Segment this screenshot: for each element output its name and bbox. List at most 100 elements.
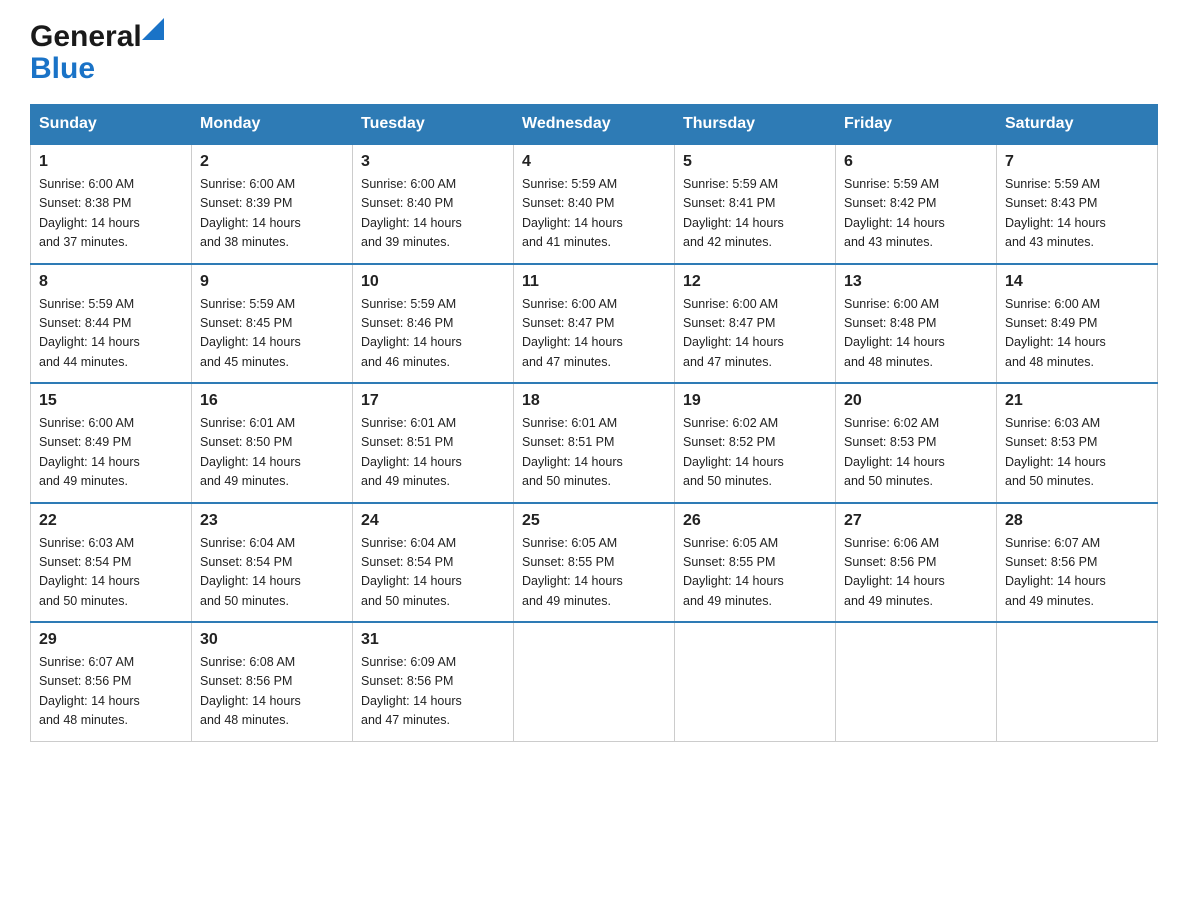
day-number: 1 bbox=[39, 153, 183, 171]
day-number: 28 bbox=[1005, 512, 1149, 530]
calendar-cell: 21 Sunrise: 6:03 AMSunset: 8:53 PMDaylig… bbox=[997, 383, 1158, 503]
day-info: Sunrise: 6:01 AMSunset: 8:50 PMDaylight:… bbox=[200, 414, 344, 492]
calendar-cell: 5 Sunrise: 5:59 AMSunset: 8:41 PMDayligh… bbox=[675, 144, 836, 264]
calendar-cell: 16 Sunrise: 6:01 AMSunset: 8:50 PMDaylig… bbox=[192, 383, 353, 503]
day-info: Sunrise: 6:05 AMSunset: 8:55 PMDaylight:… bbox=[522, 534, 666, 612]
day-number: 23 bbox=[200, 512, 344, 530]
day-number: 24 bbox=[361, 512, 505, 530]
calendar-cell bbox=[675, 622, 836, 741]
calendar-week-row: 8 Sunrise: 5:59 AMSunset: 8:44 PMDayligh… bbox=[31, 264, 1158, 384]
calendar-cell: 9 Sunrise: 5:59 AMSunset: 8:45 PMDayligh… bbox=[192, 264, 353, 384]
day-number: 3 bbox=[361, 153, 505, 171]
day-number: 17 bbox=[361, 392, 505, 410]
day-number: 19 bbox=[683, 392, 827, 410]
calendar-cell: 27 Sunrise: 6:06 AMSunset: 8:56 PMDaylig… bbox=[836, 503, 997, 623]
calendar-cell bbox=[997, 622, 1158, 741]
header-sunday: Sunday bbox=[31, 105, 192, 145]
day-info: Sunrise: 6:06 AMSunset: 8:56 PMDaylight:… bbox=[844, 534, 988, 612]
day-number: 26 bbox=[683, 512, 827, 530]
day-number: 4 bbox=[522, 153, 666, 171]
day-info: Sunrise: 6:02 AMSunset: 8:53 PMDaylight:… bbox=[844, 414, 988, 492]
calendar-cell: 28 Sunrise: 6:07 AMSunset: 8:56 PMDaylig… bbox=[997, 503, 1158, 623]
day-number: 8 bbox=[39, 273, 183, 291]
calendar-cell: 13 Sunrise: 6:00 AMSunset: 8:48 PMDaylig… bbox=[836, 264, 997, 384]
day-number: 20 bbox=[844, 392, 988, 410]
calendar-cell: 20 Sunrise: 6:02 AMSunset: 8:53 PMDaylig… bbox=[836, 383, 997, 503]
calendar-cell: 26 Sunrise: 6:05 AMSunset: 8:55 PMDaylig… bbox=[675, 503, 836, 623]
day-number: 5 bbox=[683, 153, 827, 171]
calendar-cell: 3 Sunrise: 6:00 AMSunset: 8:40 PMDayligh… bbox=[353, 144, 514, 264]
day-number: 2 bbox=[200, 153, 344, 171]
calendar-cell: 12 Sunrise: 6:00 AMSunset: 8:47 PMDaylig… bbox=[675, 264, 836, 384]
day-info: Sunrise: 5:59 AMSunset: 8:45 PMDaylight:… bbox=[200, 295, 344, 373]
day-info: Sunrise: 6:00 AMSunset: 8:38 PMDaylight:… bbox=[39, 175, 183, 253]
day-number: 22 bbox=[39, 512, 183, 530]
calendar-cell: 31 Sunrise: 6:09 AMSunset: 8:56 PMDaylig… bbox=[353, 622, 514, 741]
day-info: Sunrise: 6:09 AMSunset: 8:56 PMDaylight:… bbox=[361, 653, 505, 731]
day-info: Sunrise: 6:00 AMSunset: 8:47 PMDaylight:… bbox=[683, 295, 827, 373]
calendar-cell: 1 Sunrise: 6:00 AMSunset: 8:38 PMDayligh… bbox=[31, 144, 192, 264]
page-header: General Blue bbox=[30, 20, 1158, 86]
day-number: 9 bbox=[200, 273, 344, 291]
calendar-cell: 2 Sunrise: 6:00 AMSunset: 8:39 PMDayligh… bbox=[192, 144, 353, 264]
day-number: 29 bbox=[39, 631, 183, 649]
calendar-cell: 7 Sunrise: 5:59 AMSunset: 8:43 PMDayligh… bbox=[997, 144, 1158, 264]
day-number: 11 bbox=[522, 273, 666, 291]
day-number: 27 bbox=[844, 512, 988, 530]
day-info: Sunrise: 5:59 AMSunset: 8:46 PMDaylight:… bbox=[361, 295, 505, 373]
day-info: Sunrise: 5:59 AMSunset: 8:40 PMDaylight:… bbox=[522, 175, 666, 253]
header-thursday: Thursday bbox=[675, 105, 836, 145]
day-info: Sunrise: 6:00 AMSunset: 8:39 PMDaylight:… bbox=[200, 175, 344, 253]
day-info: Sunrise: 6:02 AMSunset: 8:52 PMDaylight:… bbox=[683, 414, 827, 492]
calendar-cell: 14 Sunrise: 6:00 AMSunset: 8:49 PMDaylig… bbox=[997, 264, 1158, 384]
logo: General Blue bbox=[30, 20, 142, 86]
calendar-cell: 6 Sunrise: 5:59 AMSunset: 8:42 PMDayligh… bbox=[836, 144, 997, 264]
day-number: 13 bbox=[844, 273, 988, 291]
calendar-cell: 10 Sunrise: 5:59 AMSunset: 8:46 PMDaylig… bbox=[353, 264, 514, 384]
calendar-week-row: 15 Sunrise: 6:00 AMSunset: 8:49 PMDaylig… bbox=[31, 383, 1158, 503]
calendar-header-row: SundayMondayTuesdayWednesdayThursdayFrid… bbox=[31, 105, 1158, 145]
calendar-cell: 19 Sunrise: 6:02 AMSunset: 8:52 PMDaylig… bbox=[675, 383, 836, 503]
calendar-cell: 30 Sunrise: 6:08 AMSunset: 8:56 PMDaylig… bbox=[192, 622, 353, 741]
day-info: Sunrise: 6:04 AMSunset: 8:54 PMDaylight:… bbox=[200, 534, 344, 612]
day-number: 10 bbox=[361, 273, 505, 291]
day-info: Sunrise: 6:03 AMSunset: 8:53 PMDaylight:… bbox=[1005, 414, 1149, 492]
day-info: Sunrise: 6:04 AMSunset: 8:54 PMDaylight:… bbox=[361, 534, 505, 612]
day-info: Sunrise: 5:59 AMSunset: 8:41 PMDaylight:… bbox=[683, 175, 827, 253]
day-info: Sunrise: 6:00 AMSunset: 8:40 PMDaylight:… bbox=[361, 175, 505, 253]
day-number: 31 bbox=[361, 631, 505, 649]
day-info: Sunrise: 5:59 AMSunset: 8:42 PMDaylight:… bbox=[844, 175, 988, 253]
day-info: Sunrise: 6:08 AMSunset: 8:56 PMDaylight:… bbox=[200, 653, 344, 731]
calendar-cell: 29 Sunrise: 6:07 AMSunset: 8:56 PMDaylig… bbox=[31, 622, 192, 741]
day-number: 12 bbox=[683, 273, 827, 291]
calendar-cell: 4 Sunrise: 5:59 AMSunset: 8:40 PMDayligh… bbox=[514, 144, 675, 264]
day-info: Sunrise: 6:00 AMSunset: 8:47 PMDaylight:… bbox=[522, 295, 666, 373]
header-wednesday: Wednesday bbox=[514, 105, 675, 145]
calendar-cell: 15 Sunrise: 6:00 AMSunset: 8:49 PMDaylig… bbox=[31, 383, 192, 503]
day-info: Sunrise: 5:59 AMSunset: 8:44 PMDaylight:… bbox=[39, 295, 183, 373]
day-info: Sunrise: 6:07 AMSunset: 8:56 PMDaylight:… bbox=[39, 653, 183, 731]
day-number: 15 bbox=[39, 392, 183, 410]
header-tuesday: Tuesday bbox=[353, 105, 514, 145]
day-number: 7 bbox=[1005, 153, 1149, 171]
day-info: Sunrise: 6:03 AMSunset: 8:54 PMDaylight:… bbox=[39, 534, 183, 612]
day-info: Sunrise: 6:01 AMSunset: 8:51 PMDaylight:… bbox=[361, 414, 505, 492]
day-info: Sunrise: 6:00 AMSunset: 8:49 PMDaylight:… bbox=[1005, 295, 1149, 373]
day-info: Sunrise: 6:01 AMSunset: 8:51 PMDaylight:… bbox=[522, 414, 666, 492]
day-info: Sunrise: 6:07 AMSunset: 8:56 PMDaylight:… bbox=[1005, 534, 1149, 612]
header-saturday: Saturday bbox=[997, 105, 1158, 145]
calendar-cell bbox=[514, 622, 675, 741]
calendar-cell: 22 Sunrise: 6:03 AMSunset: 8:54 PMDaylig… bbox=[31, 503, 192, 623]
calendar-cell: 17 Sunrise: 6:01 AMSunset: 8:51 PMDaylig… bbox=[353, 383, 514, 503]
header-monday: Monday bbox=[192, 105, 353, 145]
day-info: Sunrise: 6:05 AMSunset: 8:55 PMDaylight:… bbox=[683, 534, 827, 612]
calendar-cell: 8 Sunrise: 5:59 AMSunset: 8:44 PMDayligh… bbox=[31, 264, 192, 384]
day-info: Sunrise: 5:59 AMSunset: 8:43 PMDaylight:… bbox=[1005, 175, 1149, 253]
calendar-week-row: 1 Sunrise: 6:00 AMSunset: 8:38 PMDayligh… bbox=[31, 144, 1158, 264]
day-number: 25 bbox=[522, 512, 666, 530]
calendar-cell: 18 Sunrise: 6:01 AMSunset: 8:51 PMDaylig… bbox=[514, 383, 675, 503]
day-info: Sunrise: 6:00 AMSunset: 8:48 PMDaylight:… bbox=[844, 295, 988, 373]
calendar-cell: 11 Sunrise: 6:00 AMSunset: 8:47 PMDaylig… bbox=[514, 264, 675, 384]
calendar-cell: 25 Sunrise: 6:05 AMSunset: 8:55 PMDaylig… bbox=[514, 503, 675, 623]
day-number: 30 bbox=[200, 631, 344, 649]
